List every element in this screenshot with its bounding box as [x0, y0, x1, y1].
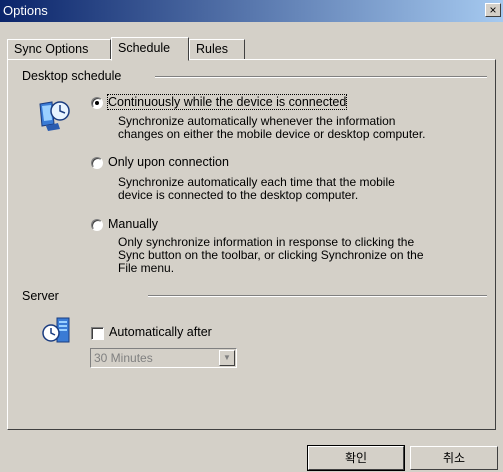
- desktop-schedule-heading: Desktop schedule: [22, 69, 122, 83]
- radio-selected-dot: [95, 101, 99, 105]
- tab-label: Sync Options: [14, 42, 89, 56]
- group-divider: [148, 295, 487, 297]
- sync-computer-icon: [39, 101, 70, 131]
- tab-label: Rules: [196, 42, 228, 56]
- radio-manually[interactable]: [91, 219, 103, 231]
- title-bar[interactable]: Options ×: [0, 0, 503, 22]
- tab-rules[interactable]: Rules: [189, 39, 245, 60]
- option-upon-connection-desc-2: device is connected to the desktop compu…: [118, 188, 359, 202]
- radio-upon-connection[interactable]: [91, 157, 103, 169]
- server-heading: Server: [22, 289, 59, 303]
- chevron-down-icon[interactable]: ▼: [219, 350, 235, 366]
- ok-button[interactable]: 확인: [307, 445, 405, 471]
- window-title: Options: [3, 3, 48, 18]
- option-upon-connection-label[interactable]: Only upon connection: [108, 155, 229, 169]
- option-continuously-label[interactable]: Continuously while the device is connect…: [106, 94, 348, 110]
- server-clock-icon: [42, 317, 70, 343]
- interval-select[interactable]: 30 Minutes ▼: [90, 348, 237, 368]
- interval-value: 30 Minutes: [94, 351, 153, 365]
- tab-sync-options[interactable]: Sync Options: [7, 39, 111, 60]
- close-icon[interactable]: ×: [485, 3, 501, 17]
- option-manually-desc-3: File menu.: [118, 261, 175, 275]
- cancel-button[interactable]: 취소: [410, 446, 498, 470]
- option-continuously-desc-2: changes on either the mobile device or d…: [118, 127, 426, 141]
- tab-label: Schedule: [118, 41, 171, 55]
- auto-after-checkbox[interactable]: [91, 327, 104, 340]
- group-divider: [155, 76, 487, 78]
- radio-continuously[interactable]: [91, 97, 103, 109]
- auto-after-label[interactable]: Automatically after: [109, 325, 212, 339]
- tab-schedule[interactable]: Schedule: [111, 37, 189, 61]
- option-manually-label[interactable]: Manually: [108, 217, 158, 231]
